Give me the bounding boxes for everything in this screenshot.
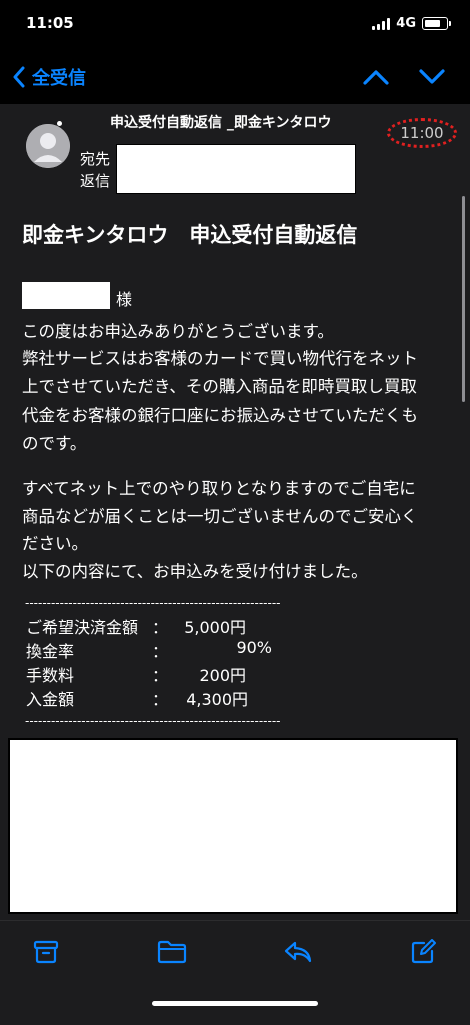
redacted-recipient xyxy=(116,144,356,194)
scrollbar[interactable] xyxy=(462,196,465,402)
bottom-toolbar xyxy=(0,920,470,1025)
reply-label: 返信 xyxy=(80,172,111,190)
compose-icon[interactable] xyxy=(410,939,436,965)
row-colon: ： xyxy=(152,666,169,685)
row-colon: ： xyxy=(152,618,169,637)
body-line: 代金をお客様の銀行口座にお振込みさせていただくも xyxy=(22,406,418,425)
back-label: 全受信 xyxy=(32,68,86,89)
redacted-name xyxy=(22,282,110,309)
reply-icon[interactable] xyxy=(283,939,313,965)
next-message-icon[interactable] xyxy=(418,68,446,86)
body-line: 以下の内容にて、お申込みを受け付けました。 xyxy=(22,562,368,581)
body-title: 即金キンタロウ 申込受付自動返信 xyxy=(22,223,358,247)
to-label: 宛先 xyxy=(80,150,111,168)
body-line: この度はお申込みありがとうございます。 xyxy=(22,322,334,341)
divider-top: ----------------------------------------… xyxy=(25,596,281,610)
message-time: 11:00 xyxy=(387,118,457,148)
status-time: 11:05 xyxy=(26,14,74,32)
row-value: 200円 xyxy=(199,666,246,685)
status-indicators: 4G xyxy=(372,16,451,31)
table-row: 入金額 ： 4,300円 xyxy=(26,686,286,710)
table-row: ご希望決済金額 ： 5,000円 xyxy=(26,614,286,638)
redacted-content xyxy=(8,738,458,914)
row-key: ご希望決済金額 xyxy=(26,618,139,637)
salutation: 様 xyxy=(116,290,133,309)
row-colon: ： xyxy=(152,642,169,661)
chevron-left-icon xyxy=(13,66,25,88)
previous-message-icon[interactable] xyxy=(362,68,390,86)
row-colon: ： xyxy=(152,690,169,709)
body-line: 弊社サービスはお客様のカードで買い物代行をネット xyxy=(22,349,418,368)
row-key: 入金額 xyxy=(26,690,75,709)
unread-dot xyxy=(57,121,62,126)
body-line: 商品などが届くことは一切ございませんのでご安心く xyxy=(22,507,418,526)
network-type: 4G xyxy=(396,16,416,31)
home-indicator[interactable] xyxy=(152,1001,318,1006)
avatar[interactable] xyxy=(26,124,70,168)
message-time-text: 11:00 xyxy=(400,124,444,142)
row-key: 手数料 xyxy=(26,666,75,685)
signal-icon xyxy=(372,17,391,30)
battery-icon xyxy=(422,17,451,30)
message-body: 即金キンタロウ 申込受付自動返信 様 この度はお申込みありがとうございます。 弊… xyxy=(0,206,470,920)
body-line: のです。 xyxy=(22,434,87,453)
body-line: 上でさせていただき、その購入商品を即時買取し買取 xyxy=(22,377,417,396)
row-key: 換金率 xyxy=(26,642,75,661)
row-value: 5,000円 xyxy=(184,618,246,637)
body-line: すべてネット上でのやり取りとなりますのでご自宅に xyxy=(22,479,416,498)
archive-icon[interactable] xyxy=(33,939,59,965)
row-value: 4,300円 xyxy=(186,690,248,709)
folder-icon[interactable] xyxy=(157,939,187,965)
table-row: 換金率 ： 90% xyxy=(26,638,286,662)
back-button[interactable]: 全受信 xyxy=(12,64,86,90)
status-bar: 11:05 4G xyxy=(0,0,470,46)
message-subject: 申込受付自動返信 _即金キンタロウ xyxy=(110,115,332,131)
person-icon xyxy=(26,124,70,168)
body-line: ださい。 xyxy=(22,534,88,553)
table-row: 手数料 ： 200円 xyxy=(26,662,286,686)
message-header: 申込受付自動返信 _即金キンタロウ 宛先 返信 11:00 xyxy=(0,104,470,207)
row-value: 90% xyxy=(236,638,272,657)
divider-bottom: ----------------------------------------… xyxy=(25,714,281,728)
nav-bar: 全受信 xyxy=(0,46,470,104)
